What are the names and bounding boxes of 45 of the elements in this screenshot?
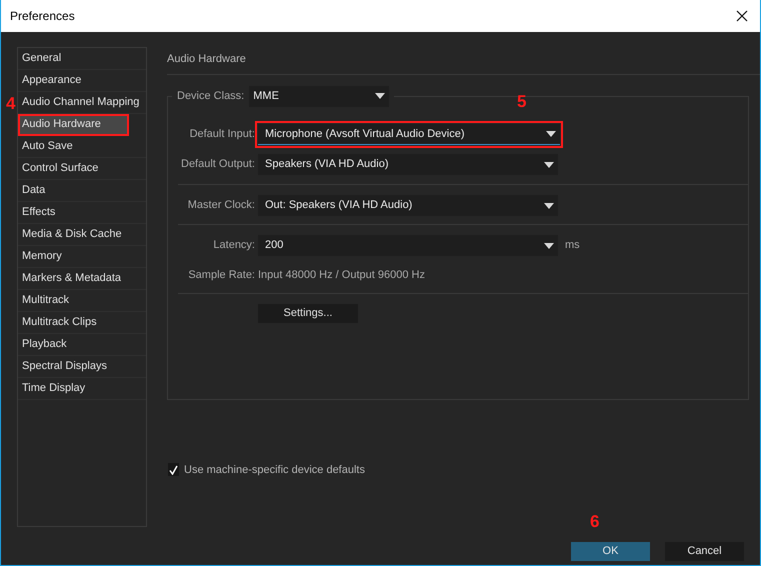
dropdown-arrow-icon bbox=[546, 131, 556, 137]
category-item[interactable]: Auto Save bbox=[18, 136, 146, 158]
field-label: Sample Rate: bbox=[187, 268, 255, 284]
check-icon bbox=[169, 464, 178, 475]
section-title: Audio Hardware bbox=[167, 51, 760, 74]
checkbox[interactable] bbox=[168, 463, 179, 476]
category-item[interactable]: Control Surface bbox=[18, 158, 146, 180]
ok-button[interactable]: OK bbox=[571, 542, 650, 561]
step-number: 4 bbox=[6, 93, 16, 115]
field-label: Default Input: bbox=[188, 127, 255, 142]
field-label: Default Output: bbox=[180, 157, 255, 172]
dropdown-arrow-icon bbox=[544, 162, 554, 168]
checkbox-label: Use machine-specific device defaults bbox=[184, 462, 365, 478]
step-number: 5 bbox=[517, 91, 526, 113]
dropdown-arrow-icon bbox=[544, 202, 554, 208]
dropdown-arrow-icon bbox=[375, 93, 386, 99]
category-item[interactable]: Effects bbox=[18, 202, 146, 224]
sample-rate-value: Input 48000 Hz / Output 96000 Hz bbox=[258, 268, 425, 284]
dropdown[interactable]: Out: Speakers (VIA HD Audio) bbox=[258, 195, 558, 216]
category-item[interactable]: Appearance bbox=[18, 70, 146, 92]
field-label: Latency: bbox=[212, 238, 255, 254]
category-item[interactable]: Media & Disk Cache bbox=[18, 224, 146, 246]
window-title: Preferences bbox=[10, 8, 75, 25]
category-item[interactable]: Multitrack bbox=[18, 290, 146, 312]
step-number: 6 bbox=[590, 511, 600, 533]
dropdown[interactable]: Speakers (VIA HD Audio) bbox=[258, 154, 558, 175]
dropdown[interactable]: 200 bbox=[258, 235, 558, 256]
category-item[interactable]: Markers & Metadata bbox=[18, 268, 146, 290]
settings-button[interactable]: Settings... bbox=[258, 304, 358, 323]
category-item[interactable]: Memory bbox=[18, 246, 146, 268]
close-icon[interactable] bbox=[736, 10, 748, 22]
dropdown[interactable]: MME bbox=[249, 86, 390, 106]
category-item[interactable]: Playback bbox=[18, 334, 146, 356]
cancel-button[interactable]: Cancel bbox=[665, 542, 744, 561]
dropdown[interactable]: Microphone (Avsoft Virtual Audio Device) bbox=[258, 124, 560, 145]
unit-label: ms bbox=[565, 238, 580, 254]
category-item[interactable]: Spectral Displays bbox=[18, 356, 146, 378]
category-item[interactable]: General bbox=[18, 48, 146, 70]
field-label: Master Clock: bbox=[186, 198, 255, 214]
category-item[interactable]: Multitrack Clips bbox=[18, 312, 146, 334]
dropdown-arrow-icon bbox=[544, 242, 554, 248]
category-item[interactable]: Audio Hardware bbox=[18, 114, 129, 136]
field-label: Device Class: bbox=[177, 88, 244, 104]
category-item[interactable]: Time Display bbox=[18, 378, 146, 400]
category-item[interactable]: Data bbox=[18, 180, 146, 202]
